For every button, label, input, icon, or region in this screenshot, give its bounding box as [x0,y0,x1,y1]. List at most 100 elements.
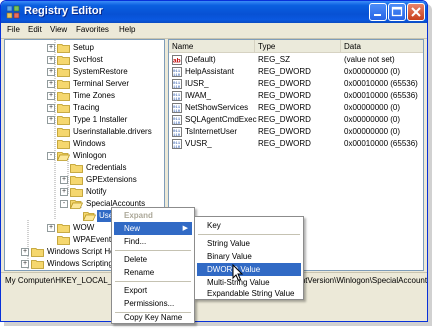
mouse-cursor-icon [232,264,244,282]
submenu-expandable-string-value[interactable]: Expandable String Value [197,287,301,300]
folder-icon [70,188,83,197]
list-row[interactable]: 011 110 SQLAgentCmdExec REG_DWORD 0x00000… [169,114,423,126]
expand-toggle[interactable]: + [47,104,55,112]
tree-item-label: Windows Scripting [47,259,113,268]
context-menu: Expand New ▶ Find... Delete Rename Expor… [111,207,195,324]
value-type: REG_DWORD [258,127,311,136]
tree-item-label: GPExtensions [86,175,137,184]
value-data: 0x00000000 (0) [344,67,401,76]
expand-toggle[interactable]: + [21,248,29,256]
list-row[interactable]: 011 110 TsInternetUser REG_DWORD 0x000000… [169,126,423,138]
menu-bar: File Edit View Favorites Help [1,23,427,39]
list-row[interactable]: 011 110 HelpAssistant REG_DWORD 0x0000000… [169,66,423,78]
tree-item-label: SvcHost [73,55,103,64]
folder-icon [57,236,70,245]
svg-text:110: 110 [173,122,181,125]
close-button[interactable] [407,3,425,21]
context-menu-rename[interactable]: Rename [114,266,192,279]
expand-toggle[interactable]: + [47,56,55,64]
binary-value-icon: 011110 [172,139,182,149]
tree-item-label: Userinstallable.drivers [73,127,152,136]
value-name: HelpAssistant [185,67,234,76]
new-submenu: Key String Value Binary Value DWORD Valu… [194,216,304,300]
expand-toggle[interactable]: + [47,92,55,100]
list-row[interactable]: 011 110 IWAM_ REG_DWORD 0x00010000 (65536… [169,90,423,102]
value-data: 0x00010000 (65536) [344,79,418,88]
context-menu-new[interactable]: New ▶ [114,222,192,235]
submenu-string-value[interactable]: String Value [197,237,301,250]
value-type: REG_DWORD [258,91,311,100]
tree-item-label: Tracing [73,103,100,112]
registry-editor-icon [6,5,20,19]
maximize-icon [391,6,403,17]
value-type: REG_DWORD [258,67,311,76]
list-row[interactable]: 011 110 NetShowServices REG_DWORD 0x00000… [169,102,423,114]
column-header-data[interactable]: Data [341,40,423,53]
expand-toggle[interactable]: + [60,188,68,196]
menu-favorites[interactable]: Favorites [76,25,109,34]
expand-toggle[interactable]: + [47,116,55,124]
column-header-type[interactable]: Type [255,40,341,53]
value-type: REG_DWORD [258,139,311,148]
binary-value-icon: 011110 [172,127,182,137]
value-data: 0x00010000 (65536) [344,139,418,148]
context-menu-export[interactable]: Export [114,284,192,297]
value-data: 0x00000000 (0) [344,103,401,112]
folder-icon [57,104,70,113]
list-row[interactable]: 011 110 VUSR_ REG_DWORD 0x00010000 (65536… [169,138,423,150]
submenu-binary-value[interactable]: Binary Value [197,250,301,263]
value-type: REG_SZ [258,55,291,64]
string-value-icon: ab [172,55,182,65]
context-menu-expand[interactable]: Expand [114,209,192,222]
context-menu-copy-key-name[interactable]: Copy Key Name [114,311,192,324]
context-menu-find[interactable]: Find... [114,235,192,248]
menu-edit[interactable]: Edit [28,25,42,34]
value-name: IWAM_ [185,91,211,100]
value-data: 0x00010000 (65536) [344,91,418,100]
binary-value-icon: 011110 [172,91,182,101]
menu-view[interactable]: View [50,25,67,34]
minimize-button[interactable] [369,3,387,21]
tree-item-label: Credentials [86,163,127,172]
binary-value-icon: 011110 [172,67,182,77]
folder-icon [57,44,70,53]
value-data: (value not set) [344,55,395,64]
expand-toggle[interactable]: + [21,260,29,268]
menu-help[interactable]: Help [119,25,135,34]
expand-toggle[interactable]: + [47,224,55,232]
svg-text:110: 110 [173,110,181,113]
title-bar[interactable]: Registry Editor [1,1,427,23]
list-row[interactable]: 011 110 IUSR_ REG_DWORD 0x00010000 (65536… [169,78,423,90]
menu-file[interactable]: File [7,25,20,34]
maximize-button[interactable] [388,3,406,21]
svg-text:110: 110 [173,98,181,101]
binary-value-icon: 011110 [172,115,182,125]
binary-value-icon: 011110 [172,79,182,89]
collapse-toggle[interactable]: - [60,200,68,208]
list-row[interactable]: ab (Default) REG_SZ (value not set) [169,54,423,66]
folder-icon [57,80,70,89]
value-name: SQLAgentCmdExec [185,115,257,124]
submenu-key[interactable]: Key [197,219,301,232]
value-data: 0x00000000 (0) [344,115,401,124]
expand-toggle[interactable]: + [47,80,55,88]
tree-item-label: Type 1 Installer [73,115,128,124]
expand-toggle[interactable]: + [47,44,55,52]
column-header-name[interactable]: Name [169,40,255,53]
submenu-dword-value[interactable]: DWORD Value [197,263,301,276]
value-type: REG_DWORD [258,103,311,112]
context-menu-delete[interactable]: Delete [114,253,192,266]
collapse-toggle[interactable]: - [47,152,55,160]
folder-icon [57,128,70,137]
submenu-arrow-icon: ▶ [182,225,188,232]
svg-text:110: 110 [173,146,181,149]
folder-icon [70,164,83,173]
context-menu-permissions[interactable]: Permissions... [114,297,192,310]
menu-separator [198,234,300,235]
tree-item-label: Windows [73,139,106,148]
tree-item-label: WOW [73,223,95,232]
expand-toggle[interactable]: + [47,68,55,76]
value-name: NetShowServices [185,103,249,112]
expand-toggle[interactable]: + [60,176,68,184]
open-folder-icon [70,200,83,209]
